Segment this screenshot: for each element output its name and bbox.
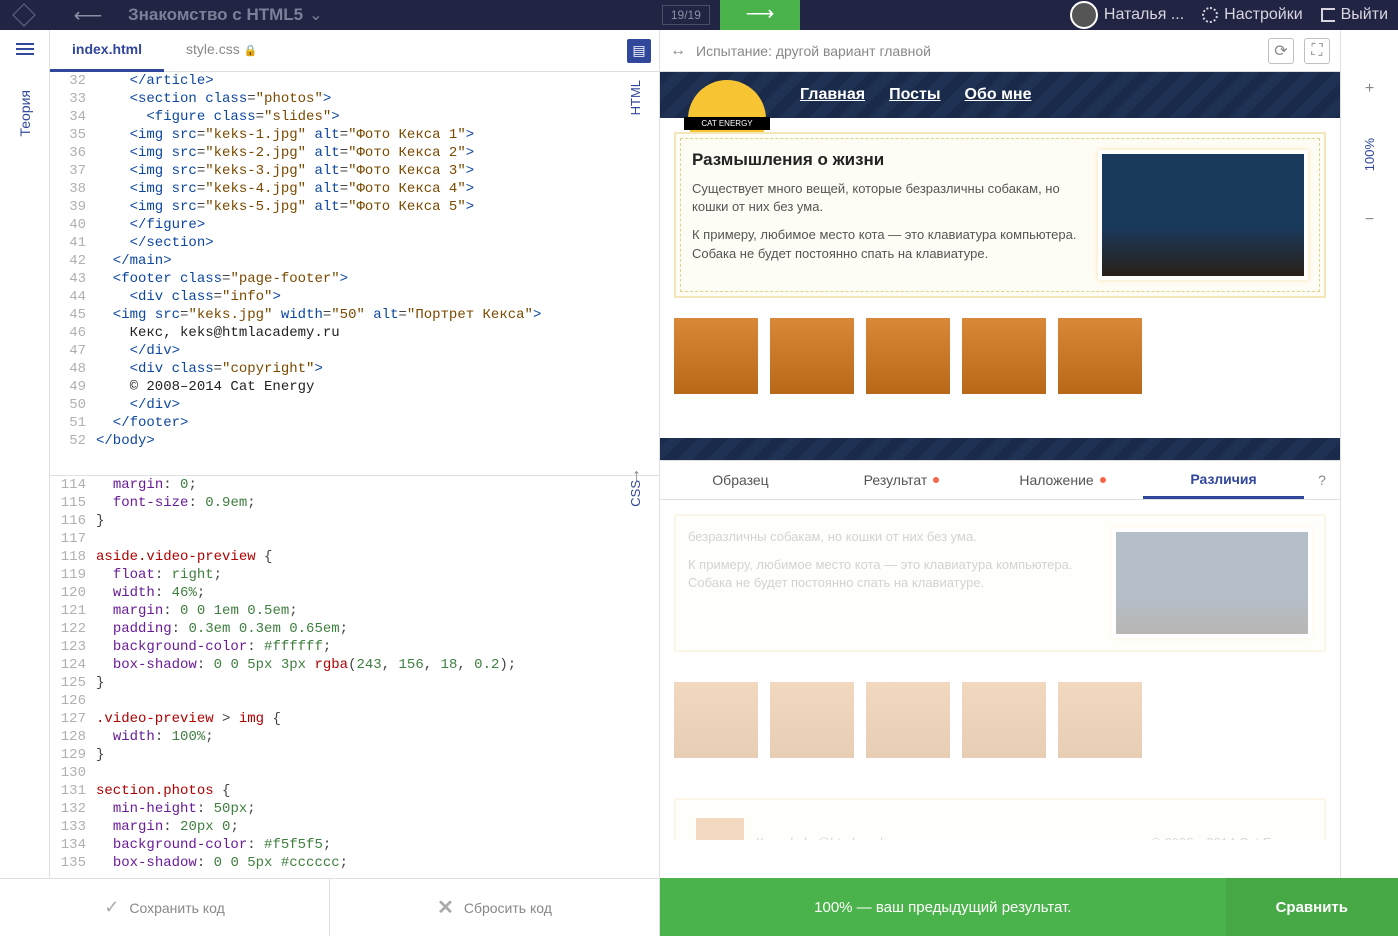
editor-column: index.html style.css🔒 ▤ 3233343536373839… [50,30,660,878]
preview-frame: Главная Посты Обо мне Размышления о жизн… [660,72,1340,460]
nav-posts[interactable]: Посты [889,86,940,104]
tab-style-css[interactable]: style.css🔒 [164,30,279,71]
tab-index-html[interactable]: index.html [50,30,164,71]
footer-avatar [696,818,744,840]
user-area: Наталья ... Настройки Выйти [1070,1,1388,29]
user-name: Наталья ... [1104,6,1184,24]
nav-home[interactable]: Главная [800,86,865,104]
html-rail-label[interactable]: HTML [628,80,643,115]
thumb [674,682,758,758]
diff-video [1112,528,1312,638]
settings-link[interactable]: Настройки [1202,6,1302,24]
gear-icon [1202,7,1218,23]
diff-frame: безразличны собакам, но кошки от них без… [660,500,1340,840]
article-p2: К примеру, любимое место кота — это клав… [692,226,1084,262]
menu-icon[interactable] [16,48,34,50]
lock-icon: 🔒 [244,45,258,57]
reload-icon[interactable]: ⟳ [1268,38,1294,64]
thumb [770,318,854,394]
html-code-editor[interactable]: 3233343536373839404142434445464748495051… [50,72,659,475]
article-p1: Существует много вещей, которые безразли… [692,180,1084,216]
logo-icon[interactable] [12,3,36,27]
footer-bar: ✓ Сохранить код ✕ Сбросить код 100% — ва… [0,878,1398,936]
zoom-in-button[interactable]: + [1365,80,1374,98]
close-icon: ✕ [437,895,454,920]
user-menu[interactable]: Наталья ... [1070,1,1184,29]
thumb [1058,682,1142,758]
article-heading: Размышления о жизни [692,150,1084,170]
theory-rail: Теория [0,30,50,878]
preview-title: Испытание: другой вариант главной [696,43,931,59]
status-dot-icon [1100,477,1106,483]
zoom-rail: + 100% − [1340,30,1398,878]
course-title[interactable]: Знакомство с HTML5 [128,5,303,25]
thumb [1058,318,1142,394]
thumb [866,682,950,758]
tab-overlay[interactable]: Наложение [982,461,1143,499]
tab-result[interactable]: Результат [821,461,982,499]
zoom-level: 100% [1362,138,1377,171]
footer-copy: © 2008—2014 Cat Energy [1151,835,1304,841]
preview-column: HTML CSS ↑ Испытание: другой вариант гла… [660,30,1340,878]
preview-header: Испытание: другой вариант главной ⟳ ⛶ [660,30,1340,72]
status-dot-icon [933,477,939,483]
lesson-counter: 19/19 [662,5,710,25]
nav-about[interactable]: Обо мне [965,86,1032,104]
footer-contact: Кекс, keks@htmlacademy.ru [756,835,922,841]
thumb [962,318,1046,394]
tab-sample[interactable]: Образец [660,461,821,499]
split-icon[interactable] [670,42,686,60]
preview-article: Размышления о жизни Существует много вещ… [674,132,1326,298]
compare-button[interactable]: Сравнить [1226,878,1398,936]
css-code-editor[interactable]: 1141151161171181191201211221231241251261… [50,475,659,879]
reset-code-button[interactable]: ✕ Сбросить код [330,879,660,936]
video-preview [1098,150,1308,280]
compare-tabs: Образец Результат Наложение Различия ? [660,460,1340,500]
thumb [674,318,758,394]
exit-link[interactable]: Выйти [1321,6,1388,24]
avatar-icon [1070,1,1098,29]
chevron-down-icon[interactable]: ⌄ [309,5,322,25]
layout-toggle-icon[interactable]: ▤ [627,39,651,63]
tab-diff[interactable]: Различия [1143,461,1304,499]
thumb [962,682,1046,758]
arrow-up-icon[interactable]: ↑ [632,465,641,486]
thumb [866,318,950,394]
check-icon: ✓ [104,897,119,918]
save-code-button[interactable]: ✓ Сохранить код [0,879,330,936]
top-bar: ⟵ Знакомство с HTML5 ⌄ 19/19 ⟶ Наталья .… [0,0,1398,30]
exit-icon [1321,8,1335,22]
diff-p2: К примеру, любимое место кота — это клав… [688,556,1098,592]
diff-footer: Кекс, keks@htmlacademy.ru © 2008—2014 Ca… [674,798,1326,840]
thumb [770,682,854,758]
help-button[interactable]: ? [1304,461,1340,499]
next-lesson-button[interactable]: ⟶ [720,0,800,30]
zoom-out-button[interactable]: − [1365,211,1374,229]
diff-p1: безразличны собакам, но кошки от них без… [688,528,1098,546]
prev-lesson-button[interactable]: ⟵ [58,3,118,28]
thumbnails [674,318,1326,394]
expand-icon[interactable]: ⛶ [1304,38,1330,64]
theory-label[interactable]: Теория [17,90,33,137]
result-text: 100% — ваш предыдущий результат. [660,899,1226,916]
editor-tabs: index.html style.css🔒 ▤ [50,30,659,72]
